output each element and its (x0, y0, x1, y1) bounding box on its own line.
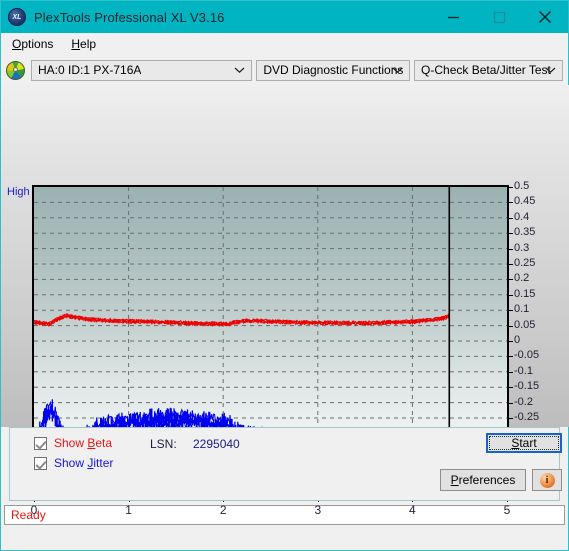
y-tick-mark (509, 187, 513, 188)
x-tick-label: 1 (125, 503, 132, 517)
y-tick-mark (509, 279, 513, 281)
y-tick-label: 0.4 (514, 210, 530, 223)
y-tick-mark (509, 264, 513, 265)
y-tick-label: 0.3 (514, 241, 530, 254)
chevron-down-icon (545, 61, 556, 80)
menu-bar: OOptionsptions HHelpelp (1, 33, 568, 55)
menu-item-help[interactable]: HHelpelp (68, 35, 105, 53)
y-tick-mark (509, 233, 513, 235)
chevron-down-icon (234, 61, 245, 80)
y-tick-mark (509, 294, 513, 296)
x-tick-label: 4 (409, 503, 416, 517)
lsn-value: 2295040 (193, 437, 240, 451)
y-tick-label: 0.35 (514, 226, 536, 239)
y-tick-mark (509, 371, 513, 373)
y-tick-label: 0.25 (514, 257, 536, 269)
y-tick-mark (509, 402, 513, 404)
preferences-button-label: Preferences (450, 473, 516, 487)
show-beta-checkbox[interactable]: Show Beta (34, 436, 112, 450)
x-tick-label: 2 (219, 503, 227, 517)
checkbox-box-beta[interactable] (34, 436, 47, 450)
y-tick-mark (509, 217, 513, 219)
function-select[interactable]: DVD Diagnostic Functions (256, 59, 411, 81)
app-icon-label: XL (12, 13, 22, 21)
y-tick-mark (509, 248, 513, 250)
x-tick-label: 5 (503, 503, 511, 517)
y-tick-mark (509, 310, 513, 312)
menu-item-options[interactable]: OOptionsptions (9, 35, 62, 53)
app-icon: XL (8, 8, 26, 26)
maximize-icon[interactable] (476, 1, 522, 33)
axis-high-label: High (7, 186, 30, 198)
controls-panel: Show Beta Show Jitter LSN: 2295040 Start… (9, 427, 562, 501)
y-tick-label: -0.05 (514, 349, 540, 362)
y-tick-label: -0.15 (514, 380, 540, 393)
y-tick-label: -0.25 (514, 411, 540, 423)
drive-select[interactable]: HA:0 ID:1 PX-716A (31, 59, 253, 81)
info-icon-glyph: i (545, 474, 549, 486)
test-select[interactable]: Q-Check Beta/Jitter Test (414, 59, 563, 81)
y-tick-label: 0.5 (514, 180, 530, 192)
y-tick-label: 0.2 (514, 272, 530, 285)
y-tick-mark (509, 418, 513, 419)
status-bar: Ready (4, 505, 565, 525)
y-tick-mark (509, 341, 513, 342)
info-icon: i (539, 472, 555, 488)
optical-disc-icon (6, 60, 25, 80)
y-tick-label: 0 (514, 334, 521, 346)
show-beta-label: Show Beta (54, 436, 113, 450)
show-jitter-checkbox[interactable]: Show Jitter (34, 456, 113, 470)
close-icon[interactable] (522, 1, 568, 33)
chevron-down-icon (392, 61, 403, 80)
focus-ring (489, 436, 559, 450)
x-tick-label: 3 (314, 503, 322, 517)
lsn-label: LSN: (150, 437, 177, 451)
chart-area: High Low 0.50.450.40.350.30.250.20.150.1… (1, 85, 569, 517)
title-bar: XL PlexTools Professional XL V3.16 (1, 1, 568, 33)
status-text: Ready (11, 508, 46, 522)
y-tick-mark (509, 202, 513, 204)
y-tick-mark (509, 387, 513, 389)
y-tick-label: 0.05 (514, 318, 536, 331)
y-tick-mark (509, 356, 513, 358)
drive-select-value: HA:0 ID:1 PX-716A (38, 63, 142, 77)
y-tick-label: 0.45 (514, 195, 536, 208)
y-tick-label: -0.1 (514, 364, 533, 377)
preferences-button[interactable]: Preferences (440, 469, 526, 491)
function-select-value: DVD Diagnostic Functions (263, 63, 404, 77)
window-title: PlexTools Professional XL V3.16 (34, 9, 225, 25)
test-select-value: Q-Check Beta/Jitter Test (421, 63, 551, 77)
minimize-icon[interactable] (430, 1, 476, 33)
checkbox-box-jitter[interactable] (34, 456, 47, 470)
info-button[interactable]: i (532, 469, 562, 491)
plextools-window: XL PlexTools Professional XL V3.16 OOpti… (0, 0, 569, 551)
y-tick-label: 0.15 (514, 287, 536, 300)
y-tick-label: 0.1 (514, 303, 530, 316)
start-button[interactable]: Start (486, 433, 562, 453)
y-tick-label: -0.2 (514, 395, 533, 408)
toolbar: HA:0 ID:1 PX-716A DVD Diagnostic Functio… (1, 55, 568, 85)
window-controls (430, 1, 568, 33)
y-tick-mark (509, 325, 513, 327)
show-jitter-label: Show Jitter (54, 456, 114, 470)
x-tick-label: 0 (30, 503, 38, 517)
